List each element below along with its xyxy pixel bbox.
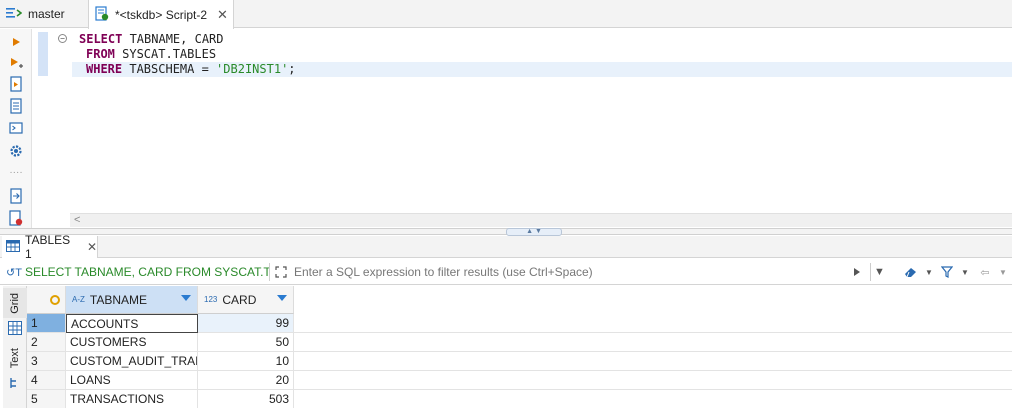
tab-script-2[interactable]: *<tskdb> Script-2 ✕ xyxy=(88,0,234,29)
editor-change-gutter xyxy=(38,32,48,76)
active-query-text: SELECT TABNAME, CARD FROM SYSCAT.TABI xyxy=(24,265,269,279)
cell-tabname[interactable]: CUSTOMERS xyxy=(66,333,198,352)
cell-card[interactable]: 503 xyxy=(198,390,294,408)
table-row[interactable]: 2 CUSTOMERS 50 xyxy=(27,333,1012,352)
sql-keyword: SELECT xyxy=(79,32,123,46)
explain-plan-icon[interactable] xyxy=(7,97,25,115)
eraser-dropdown-icon[interactable]: ▼ xyxy=(920,263,938,281)
column-header-label: TABNAME xyxy=(89,292,148,307)
cell-card[interactable]: 99 xyxy=(198,314,294,333)
close-icon[interactable]: ✕ xyxy=(87,240,97,254)
code-line-1: SELECT TABNAME, CARD xyxy=(72,32,1012,47)
active-query[interactable]: ↺T SELECT TABNAME, CARD FROM SYSCAT.TABI xyxy=(6,263,270,281)
execute-statement-icon[interactable] xyxy=(7,33,25,51)
more-options-icon[interactable]: ···· xyxy=(7,163,25,181)
sql-script-icon xyxy=(95,5,109,24)
number-type-icon: 123 xyxy=(204,295,218,304)
cell-tabname[interactable]: LOANS xyxy=(66,371,198,390)
string-type-icon: A-Z xyxy=(72,295,85,304)
settings-gear-icon[interactable] xyxy=(7,142,25,160)
cell-tabname[interactable]: ACCOUNTS xyxy=(66,314,198,333)
results-filter-bar: ↺T SELECT TABNAME, CARD FROM SYSCAT.TABI… xyxy=(0,259,1012,285)
tab-grid[interactable]: Grid xyxy=(3,288,27,318)
tab-master[interactable]: master xyxy=(6,0,86,28)
column-header-label: CARD xyxy=(222,292,257,307)
table-icon xyxy=(6,239,20,255)
tab-grid-label: Grid xyxy=(9,292,21,314)
tab-text-label: Text xyxy=(9,347,21,369)
cell-card[interactable]: 20 xyxy=(198,371,294,390)
code-line-2: FROM SYSCAT.TABLES xyxy=(72,47,1012,62)
result-view-tabs: Grid Text xyxy=(3,286,27,408)
empty-cell xyxy=(294,390,1012,408)
sort-filter-icon[interactable] xyxy=(277,295,287,301)
sort-filter-icon[interactable] xyxy=(181,295,191,301)
table-row[interactable]: 3 CUSTOM_AUDIT_TRAIL 10 xyxy=(27,352,1012,371)
grid-view-icon[interactable] xyxy=(3,319,27,337)
table-row[interactable]: 1 ACCOUNTS 99 xyxy=(27,314,1012,333)
query-icon: ↺T xyxy=(6,266,22,279)
cell-tabname[interactable]: CUSTOM_AUDIT_TRAIL xyxy=(66,352,198,371)
sql-string: 'DB2INST1' xyxy=(216,62,289,76)
row-number[interactable]: 4 xyxy=(27,371,66,390)
splitter-toggle-icon[interactable]: ▲ ▼ xyxy=(506,228,562,236)
sql-editor[interactable]: SELECT TABNAME, CARD FROM SYSCAT.TABLES … xyxy=(72,32,1012,212)
export-icon[interactable] xyxy=(7,187,25,205)
sql-text: TABSCHEMA = xyxy=(122,62,217,76)
panel-splitter[interactable]: ▲ ▼ xyxy=(0,228,1012,236)
filter-funnel-icon[interactable] xyxy=(938,263,956,281)
empty-cell xyxy=(294,352,1012,371)
fold-toggle-icon[interactable]: − xyxy=(58,34,67,43)
connection-icon xyxy=(6,7,23,22)
console-icon[interactable] xyxy=(7,119,25,137)
table-row[interactable]: 4 LOANS 20 xyxy=(27,371,1012,390)
filter-expression-input[interactable] xyxy=(272,263,842,281)
select-all-icon[interactable] xyxy=(50,294,60,305)
row-number[interactable]: 2 xyxy=(27,333,66,352)
sql-text: SYSCAT.TABLES xyxy=(114,47,217,61)
cell-tabname[interactable]: TRANSACTIONS xyxy=(66,390,198,408)
back-dropdown-icon[interactable]: ▼ xyxy=(994,263,1012,281)
eraser-icon[interactable] xyxy=(902,263,920,281)
column-header-tabname[interactable]: A-Z TABNAME xyxy=(66,286,198,314)
empty-cell xyxy=(294,371,1012,390)
sql-keyword: FROM xyxy=(86,47,115,61)
cell-card[interactable]: 10 xyxy=(198,352,294,371)
apply-filter-icon[interactable] xyxy=(848,263,866,281)
scroll-left-icon[interactable]: < xyxy=(74,214,80,226)
back-arrow-icon[interactable]: ⇦ xyxy=(976,263,994,281)
results-tab-label: TABLES 1 xyxy=(25,233,71,261)
execute-in-new-tab-icon[interactable] xyxy=(7,54,25,72)
tab-script-2-label: *<tskdb> Script-2 xyxy=(115,7,208,22)
column-header-card[interactable]: 123 CARD xyxy=(198,286,294,314)
sql-text: ; xyxy=(288,62,296,76)
row-number[interactable]: 5 xyxy=(27,390,66,408)
row-number[interactable]: 3 xyxy=(27,352,66,371)
close-icon[interactable]: ✕ xyxy=(217,7,228,23)
sql-text: TABNAME, CARD xyxy=(122,32,224,46)
row-number-header[interactable] xyxy=(27,286,66,314)
filter-history-dropdown-icon[interactable]: ▼ xyxy=(870,263,888,281)
code-line-3: WHERE TABSCHEMA = 'DB2INST1'; xyxy=(72,62,1012,77)
empty-cell xyxy=(294,314,1012,333)
cell-card[interactable]: 50 xyxy=(198,333,294,352)
tab-master-label: master xyxy=(28,7,65,21)
empty-cell xyxy=(294,333,1012,352)
sql-keyword: WHERE xyxy=(86,62,123,76)
tab-results-tables-1[interactable]: TABLES 1 ✕ xyxy=(2,233,98,261)
funnel-dropdown-icon[interactable]: ▼ xyxy=(956,263,974,281)
results-grid[interactable]: A-Z TABNAME 123 CARD 1 ACCOUNTS 99 2 CUS… xyxy=(27,286,1012,408)
execute-script-icon[interactable] xyxy=(7,75,25,93)
editor-horizontal-scrollbar[interactable]: < xyxy=(70,213,1012,227)
table-row[interactable]: 5 TRANSACTIONS 503 xyxy=(27,390,1012,408)
error-log-icon[interactable] xyxy=(7,209,25,227)
row-number[interactable]: 1 xyxy=(27,314,66,333)
tab-text[interactable]: Text xyxy=(3,344,27,372)
text-view-icon[interactable] xyxy=(3,374,27,392)
editor-side-toolbar: ···· xyxy=(0,29,32,231)
results-tab-bar: TABLES 1 ✕ xyxy=(0,233,1012,261)
editor-tab-strip: master *<tskdb> Script-2 ✕ xyxy=(0,0,1012,29)
